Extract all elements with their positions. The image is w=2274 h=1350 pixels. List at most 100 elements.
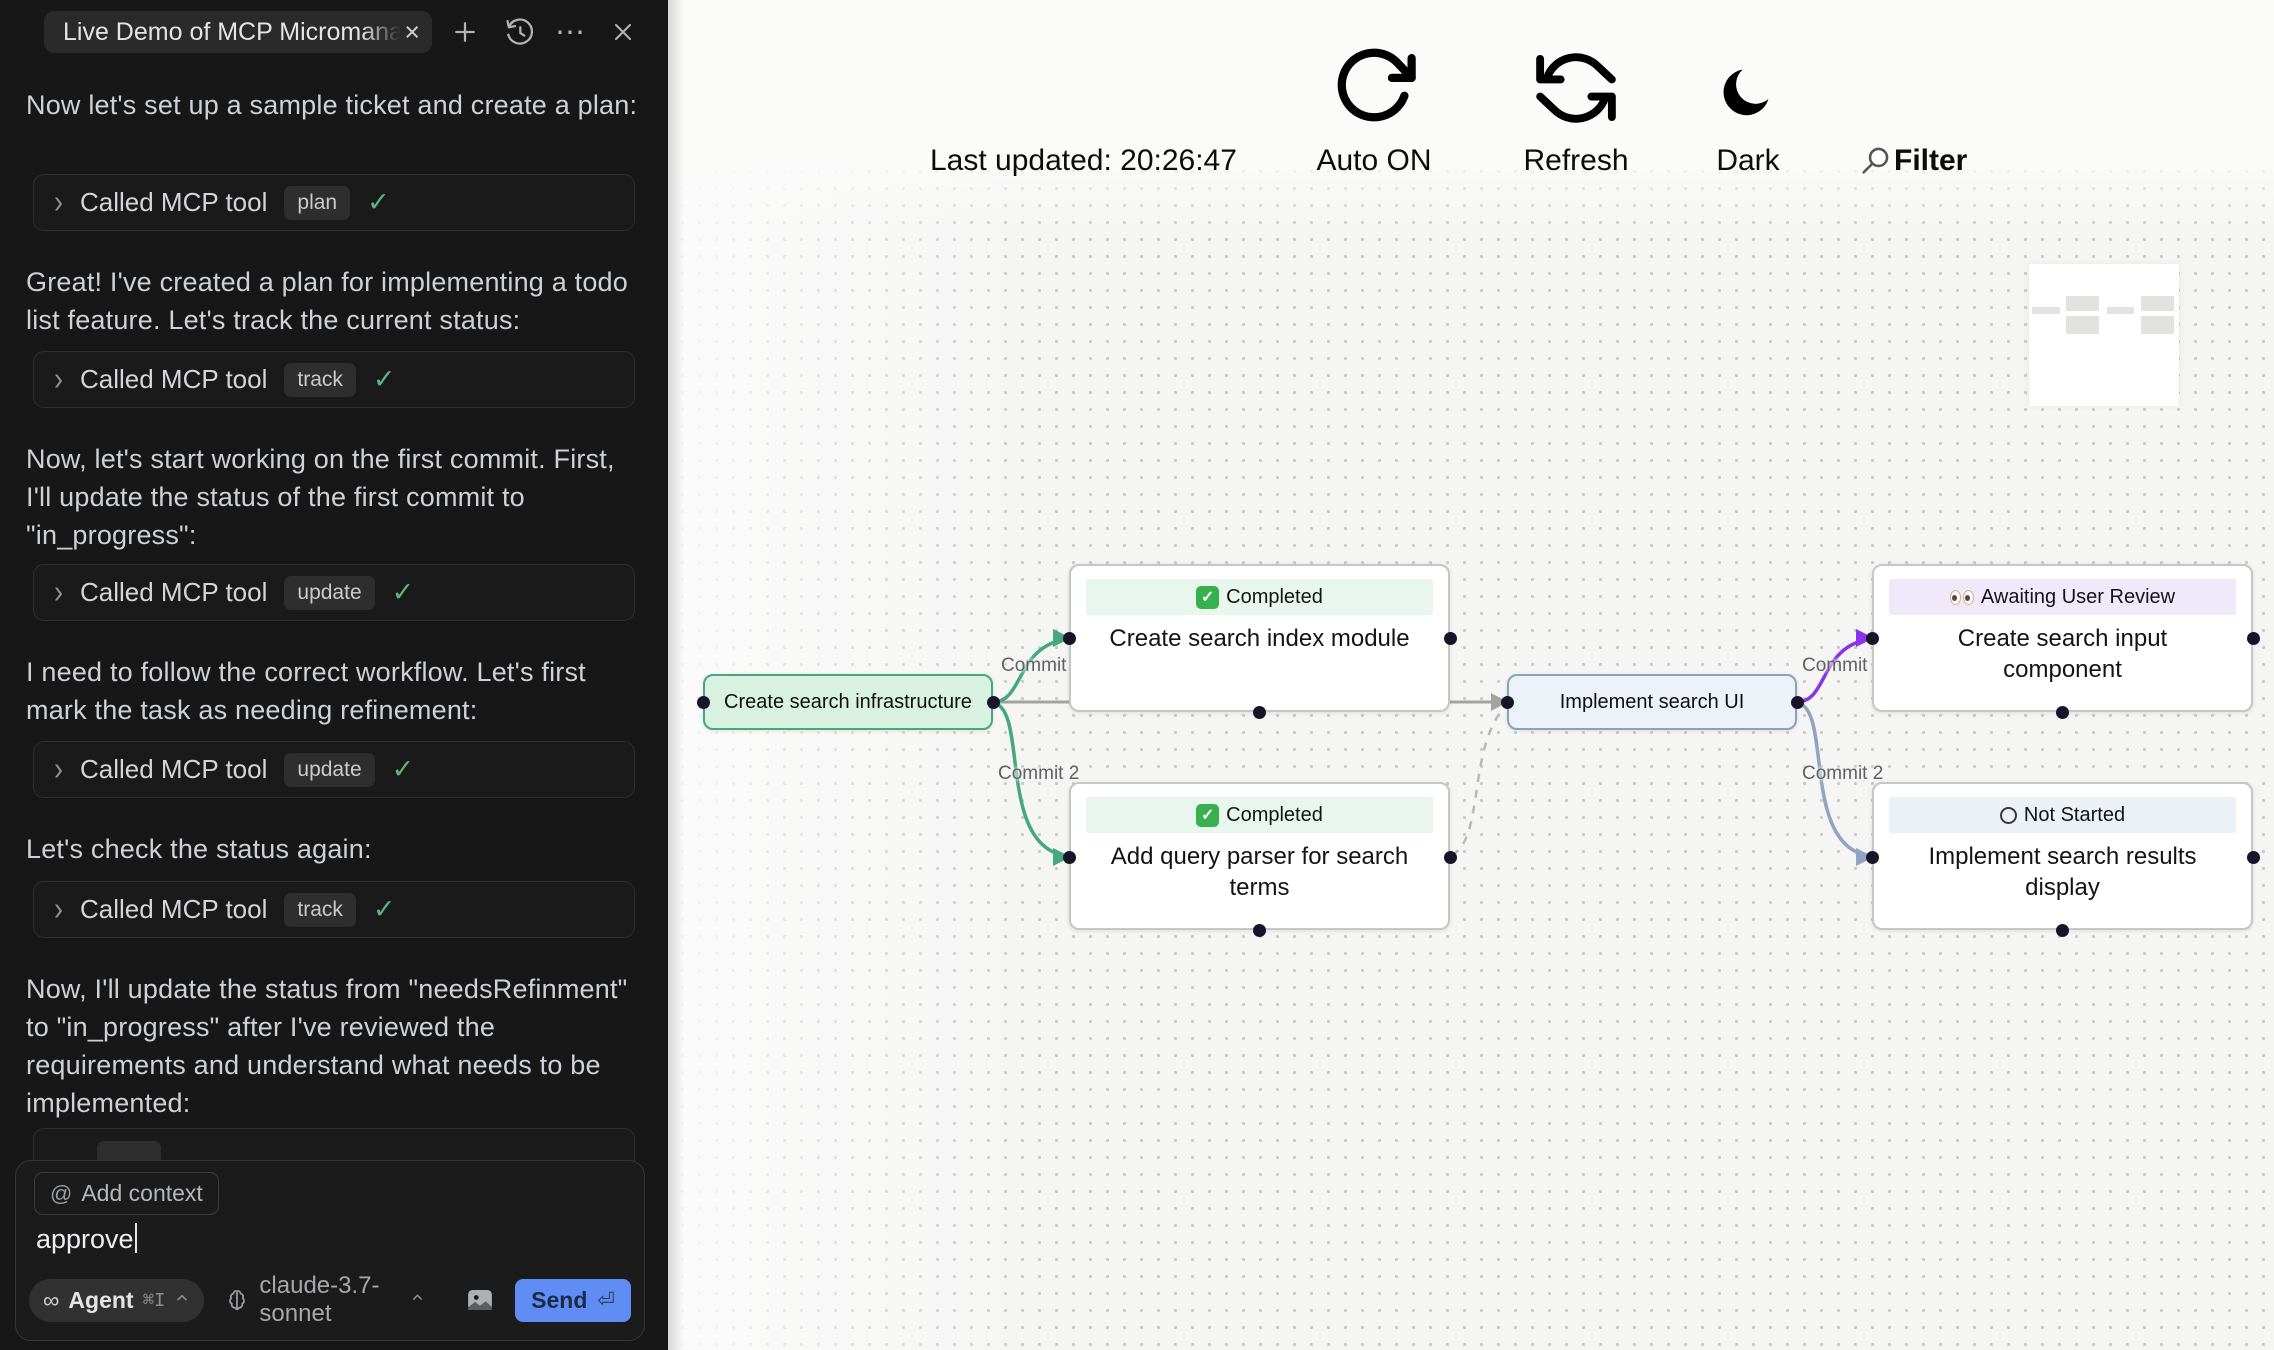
auto-refresh-toggle-button[interactable]: Auto ON (1304, 0, 1444, 178)
assistant-message: I need to follow the correct workflow. L… (26, 653, 638, 729)
history-icon (503, 16, 535, 48)
flow-canvas[interactable]: Last updated: 20:26:47 Auto ON (668, 0, 2274, 1350)
at-sign-icon: @ (50, 1181, 72, 1207)
tool-call-label: Called MCP tool (80, 754, 267, 785)
attach-image-button[interactable] (465, 1285, 495, 1315)
connection-handle[interactable] (697, 696, 710, 709)
last-updated-label: Last updated: 20:26:47 (930, 0, 1237, 178)
brain-icon (224, 1287, 250, 1313)
tool-call-row[interactable]: › Called MCP tool plan ✓ (33, 174, 635, 231)
connection-handle[interactable] (1444, 851, 1457, 864)
chevron-right-icon: › (54, 363, 63, 397)
close-tab-icon[interactable]: × (362, 11, 432, 53)
status-label: Completed (1226, 586, 1323, 609)
rotate-cw-icon (1331, 41, 1417, 134)
node-implement-search-ui[interactable]: Implement search UI (1507, 674, 1797, 730)
connection-handle[interactable] (1063, 632, 1076, 645)
connection-handle[interactable] (1866, 851, 1879, 864)
minimap-node-block (2107, 307, 2134, 314)
minimap-node-block (2141, 296, 2174, 311)
tool-call-label: Called MCP tool (80, 577, 267, 608)
success-check-icon: ✓ (392, 754, 415, 785)
node-create-search-infrastructure[interactable]: Create search infrastructure (703, 674, 993, 730)
tool-call-row[interactable]: › Called MCP tool track ✓ (33, 881, 635, 938)
connection-handle[interactable] (2247, 632, 2260, 645)
send-button[interactable]: Send ⏎ (515, 1279, 631, 1322)
status-label: Completed (1226, 804, 1323, 827)
connection-handle[interactable] (1253, 924, 1266, 937)
chat-composer[interactable]: @ Add context approve ∞ Agent ⌘I (15, 1160, 645, 1341)
chat-sidebar: Live Demo of MCP Micromanage × ⋯ Now let… (0, 0, 668, 1350)
filter-label: Filter (1894, 144, 1967, 178)
tool-call-label: Called MCP tool (80, 364, 267, 395)
auto-refresh-label: Auto ON (1316, 144, 1431, 178)
minimap[interactable] (2029, 264, 2179, 406)
connection-handle[interactable] (1501, 696, 1514, 709)
more-options-button[interactable]: ⋯ (551, 13, 589, 51)
canvas-toolbar: Last updated: 20:26:47 Auto ON (668, 0, 2274, 185)
node-title: Add query parser for search terms (1071, 841, 1448, 903)
minimap-node-block (2032, 307, 2060, 314)
success-check-icon: ✓ (373, 364, 396, 395)
refresh-button[interactable]: Refresh (1506, 0, 1646, 178)
add-context-label: Add context (81, 1180, 202, 1207)
connection-handle[interactable] (1791, 696, 1804, 709)
connection-handle[interactable] (1444, 632, 1457, 645)
infinity-icon: ∞ (43, 1289, 59, 1312)
connection-handle[interactable] (2247, 851, 2260, 864)
agent-mode-selector[interactable]: ∞ Agent ⌘I (29, 1279, 204, 1322)
connection-handle[interactable] (2056, 706, 2069, 719)
node-title: Implement search results display (1874, 841, 2251, 903)
connection-handle[interactable] (2056, 924, 2069, 937)
composer-input-value: approve (36, 1224, 134, 1254)
tool-name-badge: track (284, 893, 356, 927)
minimap-node-block (2066, 316, 2099, 334)
history-button[interactable] (500, 13, 538, 51)
assistant-message: Great! I've created a plan for implement… (26, 263, 638, 339)
dark-mode-toggle-button[interactable]: Dark (1680, 0, 1816, 178)
success-check-icon: ✓ (373, 894, 396, 925)
agent-shortcut: ⌘I (143, 1289, 166, 1312)
connection-handle[interactable] (1063, 851, 1076, 864)
success-check-icon: ✓ (367, 187, 390, 218)
node-implement-search-results-display[interactable]: Not Started Implement search results dis… (1872, 782, 2253, 930)
tool-call-label: Called MCP tool (80, 187, 267, 218)
node-create-search-input-component[interactable]: Awaiting User Review Create search input… (1872, 564, 2253, 712)
tool-call-label: Called MCP tool (80, 894, 267, 925)
app-window: Last updated: 20:26:47 Auto ON (0, 0, 2274, 1350)
tool-call-row[interactable]: › Called MCP tool update ✓ (33, 564, 635, 621)
node-title: Create search input component (1874, 623, 2251, 685)
dark-mode-label: Dark (1716, 144, 1779, 178)
chevron-right-icon: › (54, 576, 63, 610)
new-chat-button[interactable] (446, 13, 484, 51)
success-check-icon: ✓ (392, 577, 415, 608)
composer-input[interactable]: approve (36, 1223, 137, 1255)
node-title: Create search infrastructure (724, 691, 972, 714)
node-create-search-index-module[interactable]: ✓ Completed Create search index module (1069, 564, 1450, 712)
status-banner: Awaiting User Review (1889, 579, 2236, 615)
chevron-up-icon (410, 1290, 425, 1310)
status-label: Not Started (2024, 804, 2125, 827)
connection-handle[interactable] (1253, 706, 1266, 719)
filter-button[interactable]: Filter (1858, 0, 1967, 178)
chevron-right-icon: › (54, 893, 63, 927)
add-context-button[interactable]: @ Add context (34, 1172, 219, 1215)
text-caret (135, 1223, 138, 1253)
model-selector[interactable]: claude-3.7-sonnet (224, 1272, 425, 1328)
assistant-message: Now let's set up a sample ticket and cre… (26, 86, 638, 124)
edge-label-commit2: Commit 2 (998, 763, 1079, 785)
close-panel-button[interactable] (604, 13, 642, 51)
chevron-right-icon: › (54, 186, 63, 220)
node-add-query-parser[interactable]: ✓ Completed Add query parser for search … (1069, 782, 1450, 930)
chat-tab[interactable]: Live Demo of MCP Micromanage × (44, 11, 432, 53)
ellipsis-icon: ⋯ (555, 15, 585, 50)
connection-handle[interactable] (987, 696, 1000, 709)
connection-handle[interactable] (1866, 632, 1879, 645)
model-name: claude-3.7-sonnet (259, 1272, 401, 1328)
assistant-message: Now, I'll update the status from "needsR… (26, 970, 638, 1122)
magnifier-icon (1858, 144, 1892, 178)
tool-call-row[interactable]: › Called MCP tool track ✓ (33, 351, 635, 408)
refresh-ccw-icon (1530, 47, 1622, 134)
tool-call-row[interactable]: › Called MCP tool update ✓ (33, 741, 635, 798)
status-banner: ✓ Completed (1086, 797, 1433, 833)
